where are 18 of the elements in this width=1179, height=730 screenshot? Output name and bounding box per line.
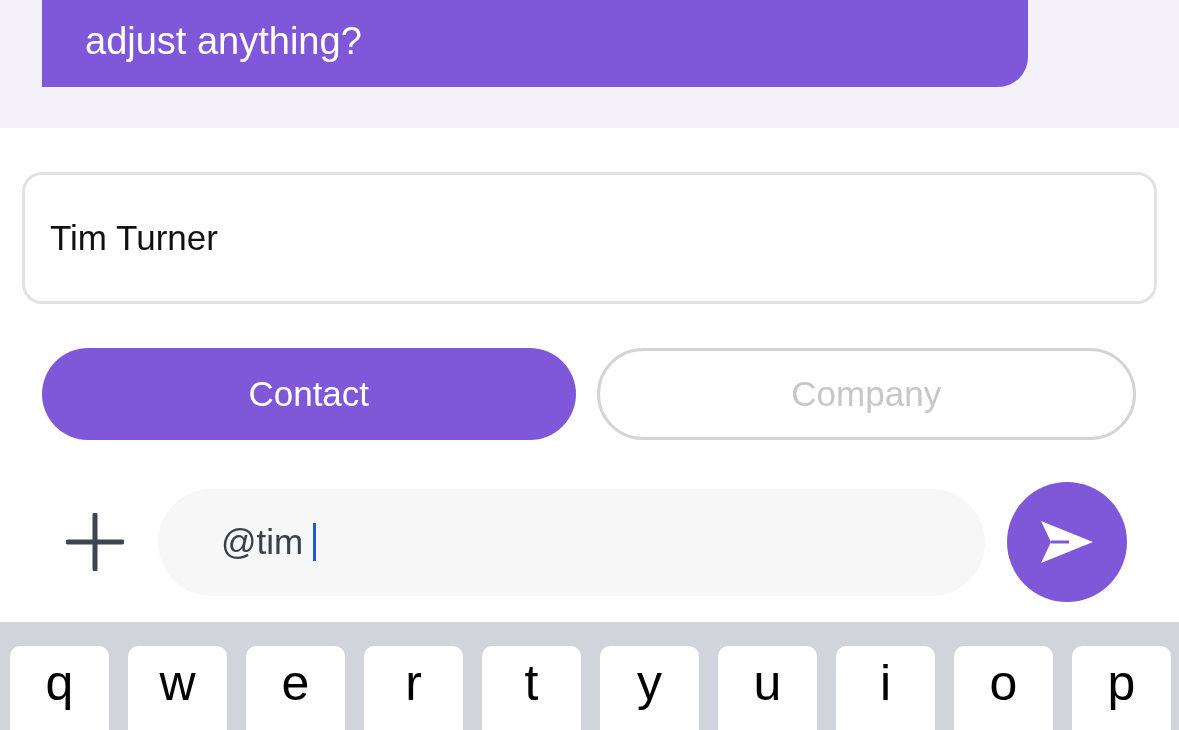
keyboard-key[interactable]: o [954,646,1053,730]
keyboard-key[interactable]: u [718,646,817,730]
toggle-button[interactable]: Contact [42,348,576,440]
keyboard-key[interactable]: p [1072,646,1171,730]
keyboard-key[interactable]: y [600,646,699,730]
keyboard-key[interactable]: t [482,646,581,730]
keyboard-key[interactable]: e [246,646,345,730]
name-field[interactable]: Tim Turner [22,172,1157,304]
name-value: Tim Turner [50,218,218,258]
plus-icon[interactable] [66,513,124,571]
keyboard-key[interactable]: r [364,646,463,730]
keyboard-key[interactable]: i [836,646,935,730]
text-cursor [313,523,317,561]
keyboard-key[interactable]: q [10,646,109,730]
message-text: adjust anything? [85,20,362,62]
keyboard-key[interactable]: w [128,646,227,730]
send-icon [1039,519,1095,565]
message-input[interactable]: @tim [158,488,985,596]
